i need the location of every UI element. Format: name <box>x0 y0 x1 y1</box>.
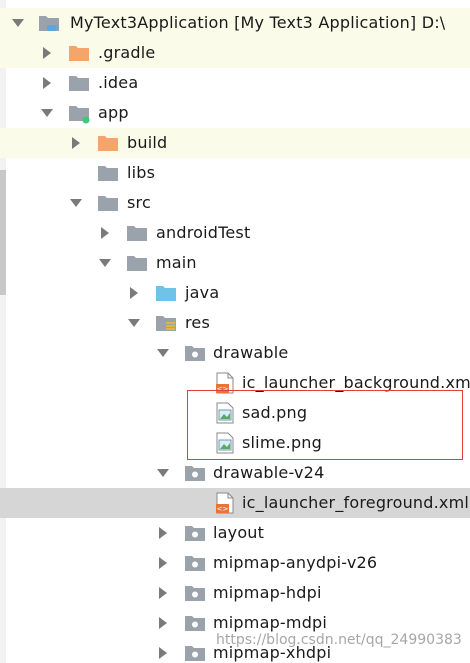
tree-row-drawable[interactable]: drawable <box>0 338 470 368</box>
tree-row-main[interactable]: main <box>0 248 470 278</box>
tree-label-mipmap-mdpi: mipmap-mdpi <box>213 613 328 632</box>
chevron-right-icon[interactable] <box>156 616 170 630</box>
tree-row-build[interactable]: build <box>0 128 470 158</box>
root-project-label: MyText3Application [My Text3 Application… <box>70 13 446 32</box>
chevron-right-icon[interactable] <box>40 76 54 90</box>
tree-row-mipmap-hdpi[interactable]: mipmap-hdpi <box>0 578 470 608</box>
tree-label-app: app <box>98 103 129 122</box>
folder-icon <box>127 226 147 241</box>
excluded-folder-icon <box>69 46 89 61</box>
chevron-right-icon[interactable] <box>69 136 83 150</box>
tree-row-ic-launcher-foreground[interactable]: <> ic_launcher_foreground.xml <box>0 488 470 518</box>
tree-row-libs[interactable]: libs <box>0 158 470 188</box>
project-folder-icon <box>39 16 59 31</box>
tree-label-mipmap-xhdpi: mipmap-xhdpi <box>213 643 332 662</box>
project-path: D:\ <box>421 13 446 32</box>
tree-label-build: build <box>127 133 168 152</box>
chevron-down-icon[interactable] <box>156 466 170 480</box>
chevron-down-icon[interactable] <box>40 106 54 120</box>
chevron-down-icon[interactable] <box>11 16 25 30</box>
tree-label-drawable: drawable <box>213 343 289 362</box>
xml-file-icon: <> <box>216 492 234 514</box>
folder-icon <box>127 256 147 271</box>
tree-label-sad-png: sad.png <box>242 403 308 422</box>
image-file-icon <box>216 402 234 424</box>
tree-row-ic-launcher-background[interactable]: <> ic_launcher_background.xm <box>0 368 470 398</box>
excluded-folder-icon <box>98 136 118 151</box>
folder-icon <box>185 466 205 481</box>
folder-icon <box>98 166 118 181</box>
tree-label-src: src <box>127 193 151 212</box>
chevron-right-icon[interactable] <box>127 286 141 300</box>
tree-label-ic-launcher-foreground: ic_launcher_foreground.xml <box>242 493 470 512</box>
source-folder-icon <box>156 286 176 301</box>
tree-row-gradle[interactable]: .gradle <box>0 38 470 68</box>
folder-icon <box>185 646 205 661</box>
folder-icon <box>185 586 205 601</box>
tree-label-layout: layout <box>213 523 265 542</box>
tree-label-main: main <box>156 253 197 272</box>
tree-row-drawable-v24[interactable]: drawable-v24 <box>0 458 470 488</box>
folder-icon <box>185 616 205 631</box>
tree-row-res[interactable]: res <box>0 308 470 338</box>
chevron-right-icon[interactable] <box>156 556 170 570</box>
tree-label-drawable-v24: drawable-v24 <box>213 463 325 482</box>
tree-row-layout[interactable]: layout <box>0 518 470 548</box>
tree-label-idea: .idea <box>98 73 139 92</box>
chevron-down-icon[interactable] <box>69 196 83 210</box>
tree-row-android-test[interactable]: androidTest <box>0 218 470 248</box>
tree-row-slime-png[interactable]: slime.png <box>0 428 470 458</box>
tree-label-mipmap-hdpi: mipmap-hdpi <box>213 583 322 602</box>
xml-file-icon: <> <box>216 372 234 394</box>
tree-label-java: java <box>185 283 220 302</box>
tree-row-mipmap-anydpi[interactable]: mipmap-anydpi-v26 <box>0 548 470 578</box>
tree-row-app[interactable]: app <box>0 98 470 128</box>
tree-row-mipmap-xhdpi[interactable]: mipmap-xhdpi <box>0 638 470 663</box>
tree-row-idea[interactable]: .idea <box>0 68 470 98</box>
chevron-right-icon[interactable] <box>98 226 112 240</box>
chevron-down-icon[interactable] <box>127 316 141 330</box>
chevron-down-icon[interactable] <box>156 346 170 360</box>
chevron-right-icon[interactable] <box>156 586 170 600</box>
image-file-icon <box>216 432 234 454</box>
folder-icon <box>185 346 205 361</box>
folder-icon <box>98 196 118 211</box>
tree-row-java[interactable]: java <box>0 278 470 308</box>
resource-folder-icon <box>156 316 176 331</box>
tree-row-mipmap-mdpi[interactable]: mipmap-mdpi <box>0 608 470 638</box>
chevron-right-icon[interactable] <box>40 46 54 60</box>
tree-label-gradle: .gradle <box>98 43 156 62</box>
tree-row-root[interactable]: MyText3Application [My Text3 Application… <box>0 8 470 38</box>
tree-label-ic-launcher-background: ic_launcher_background.xm <box>242 373 470 392</box>
tree-label-mipmap-anydpi: mipmap-anydpi-v26 <box>213 553 378 572</box>
tree-label-slime-png: slime.png <box>242 433 322 452</box>
svg-text:<>: <> <box>217 385 229 393</box>
module-folder-icon <box>69 106 90 124</box>
tree-label-android-test: androidTest <box>156 223 251 242</box>
project-tree: MyText3Application [My Text3 Application… <box>0 0 470 663</box>
tree-label-libs: libs <box>127 163 156 182</box>
chevron-down-icon[interactable] <box>98 256 112 270</box>
folder-icon <box>69 76 89 91</box>
folder-icon <box>185 526 205 541</box>
chevron-right-icon[interactable] <box>156 646 170 660</box>
tree-label-res: res <box>185 313 211 332</box>
folder-icon <box>185 556 205 571</box>
chevron-right-icon[interactable] <box>156 526 170 540</box>
tree-row-src[interactable]: src <box>0 188 470 218</box>
tree-row-sad-png[interactable]: sad.png <box>0 398 470 428</box>
svg-text:<>: <> <box>217 505 229 513</box>
